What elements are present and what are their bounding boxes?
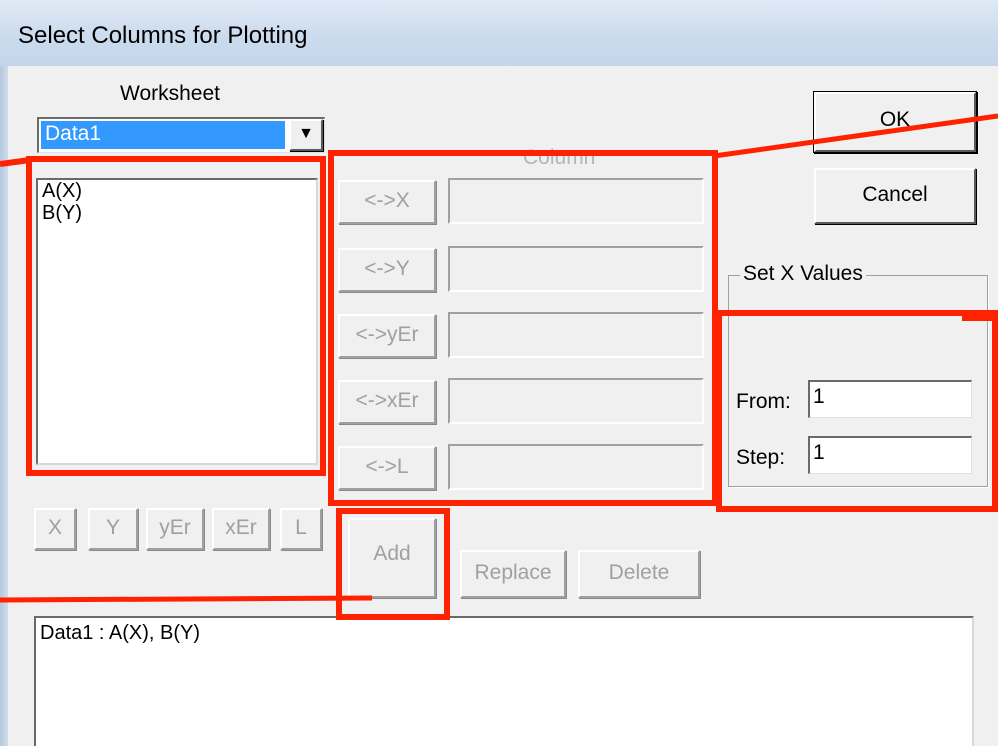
annotation-line <box>0 157 31 167</box>
annotation-line <box>0 595 373 603</box>
select-columns-dialog: Select Columns for Plotting Worksheet Da… <box>0 0 998 746</box>
annotation-line <box>713 113 998 159</box>
annotation-lines <box>0 113 998 603</box>
